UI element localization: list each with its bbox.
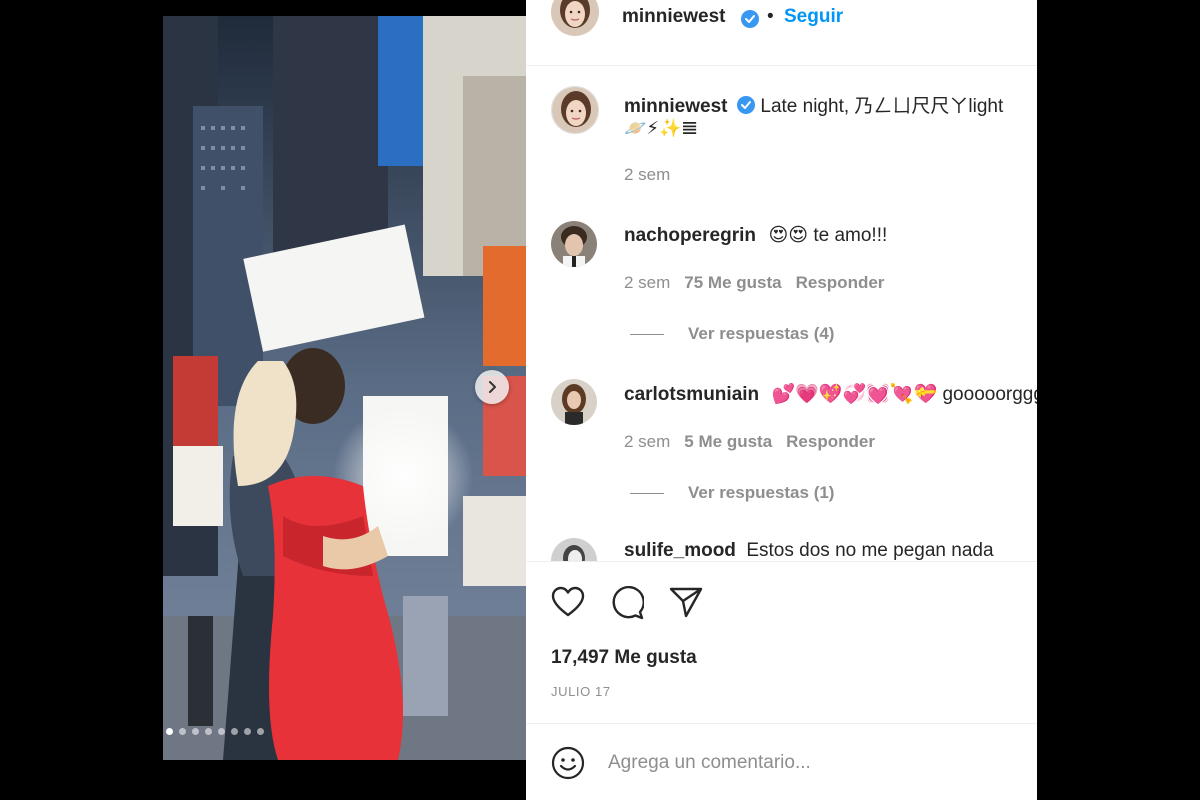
share-icon[interactable] [669,586,703,618]
commenter-avatar[interactable] [551,221,597,267]
comment-username[interactable]: carlotsmuniain [624,384,759,405]
like-count[interactable]: 17,497 Me gusta [551,647,697,669]
author-avatar[interactable] [551,0,599,36]
replies-divider [630,333,664,335]
comment-username[interactable]: sulife_mood [624,540,736,561]
carousel-dot [192,728,199,735]
carousel-dot [257,728,264,735]
caption-text: Late night, 乃ㄥㄩ尺尺ㄚlight [760,96,1004,117]
comment-text: Estos dos no me pegan nada [746,540,994,561]
comment-icon[interactable] [610,586,644,620]
comment-text: 😍😍 te amo!!! [768,225,888,246]
post-detail-panel: minniewest • Seguir minniewest Late nigh… [526,0,1037,800]
carousel-dot [244,728,251,735]
comment: sulife_mood Estos dos no me pegan nada [624,540,994,561]
emoji-icon[interactable] [551,746,585,780]
heart-icon[interactable] [551,586,585,618]
comment-text: 💕💗💖💞💓💘💝 gooooorgggg [771,384,1037,405]
post-image[interactable] [163,16,526,760]
avatar-image [551,379,597,425]
caption-time[interactable]: 2 sem [624,165,670,185]
comment-username[interactable]: nachoperegrin [624,225,756,246]
reply-button[interactable]: Responder [796,273,885,292]
comment-meta: 2 sem 5 Me gusta Responder [624,432,875,452]
verified-icon [741,10,759,28]
comment-meta: 2 sem 75 Me gusta Responder [624,273,884,293]
comment: nachoperegrin 😍😍 te amo!!! [624,224,887,247]
caption-emoji-line: 🪐⚡✨𝌆 [624,118,698,138]
comments-list[interactable]: minniewest Late night, 乃ㄥㄩ尺尺ㄚlight 🪐⚡✨𝌆 … [526,67,1037,561]
avatar-image [551,538,597,561]
comment-likes[interactable]: 75 Me gusta [684,273,781,292]
chevron-right-icon [489,381,496,393]
verified-icon [736,96,755,114]
avatar-image [551,0,599,36]
reply-button[interactable]: Responder [786,432,875,451]
carousel-dot [231,728,238,735]
comment: carlotsmuniain 💕💗💖💞💓💘💝 gooooorgggg [624,382,1037,406]
post-photo-illustration [163,16,526,760]
follow-button[interactable]: Seguir [784,6,843,28]
comment-composer [526,723,1037,800]
comment-likes[interactable]: 5 Me gusta [684,432,772,451]
comment-time[interactable]: 2 sem [624,432,670,451]
author-username[interactable]: minniewest [622,6,725,28]
carousel-dot [166,728,173,735]
view-replies-label: Ver respuestas (1) [688,483,835,502]
commenter-avatar[interactable] [551,379,597,425]
post-date[interactable]: JULIO 17 [551,684,611,699]
caption-avatar[interactable] [551,86,599,134]
carousel-dot [179,728,186,735]
view-replies-label: Ver respuestas (4) [688,324,835,343]
carousel-indicator [166,728,264,735]
carousel-dot [205,728,212,735]
carousel-dot [218,728,225,735]
commenter-avatar[interactable] [551,538,597,561]
view-replies-button[interactable]: Ver respuestas (1) [630,483,834,503]
avatar-image [552,87,598,133]
replies-divider [630,492,664,494]
post-actions: 17,497 Me gusta JULIO 17 [526,561,1037,723]
avatar-image [551,221,597,267]
caption: minniewest Late night, 乃ㄥㄩ尺尺ㄚlight [624,91,1003,118]
carousel-next-button[interactable] [475,370,509,404]
view-replies-button[interactable]: Ver respuestas (4) [630,324,834,344]
header-separator: • [767,6,774,27]
comment-time[interactable]: 2 sem [624,273,670,292]
caption-username[interactable]: minniewest [624,96,727,117]
post-header: minniewest • Seguir [526,0,1037,66]
comment-input[interactable] [608,744,1008,782]
